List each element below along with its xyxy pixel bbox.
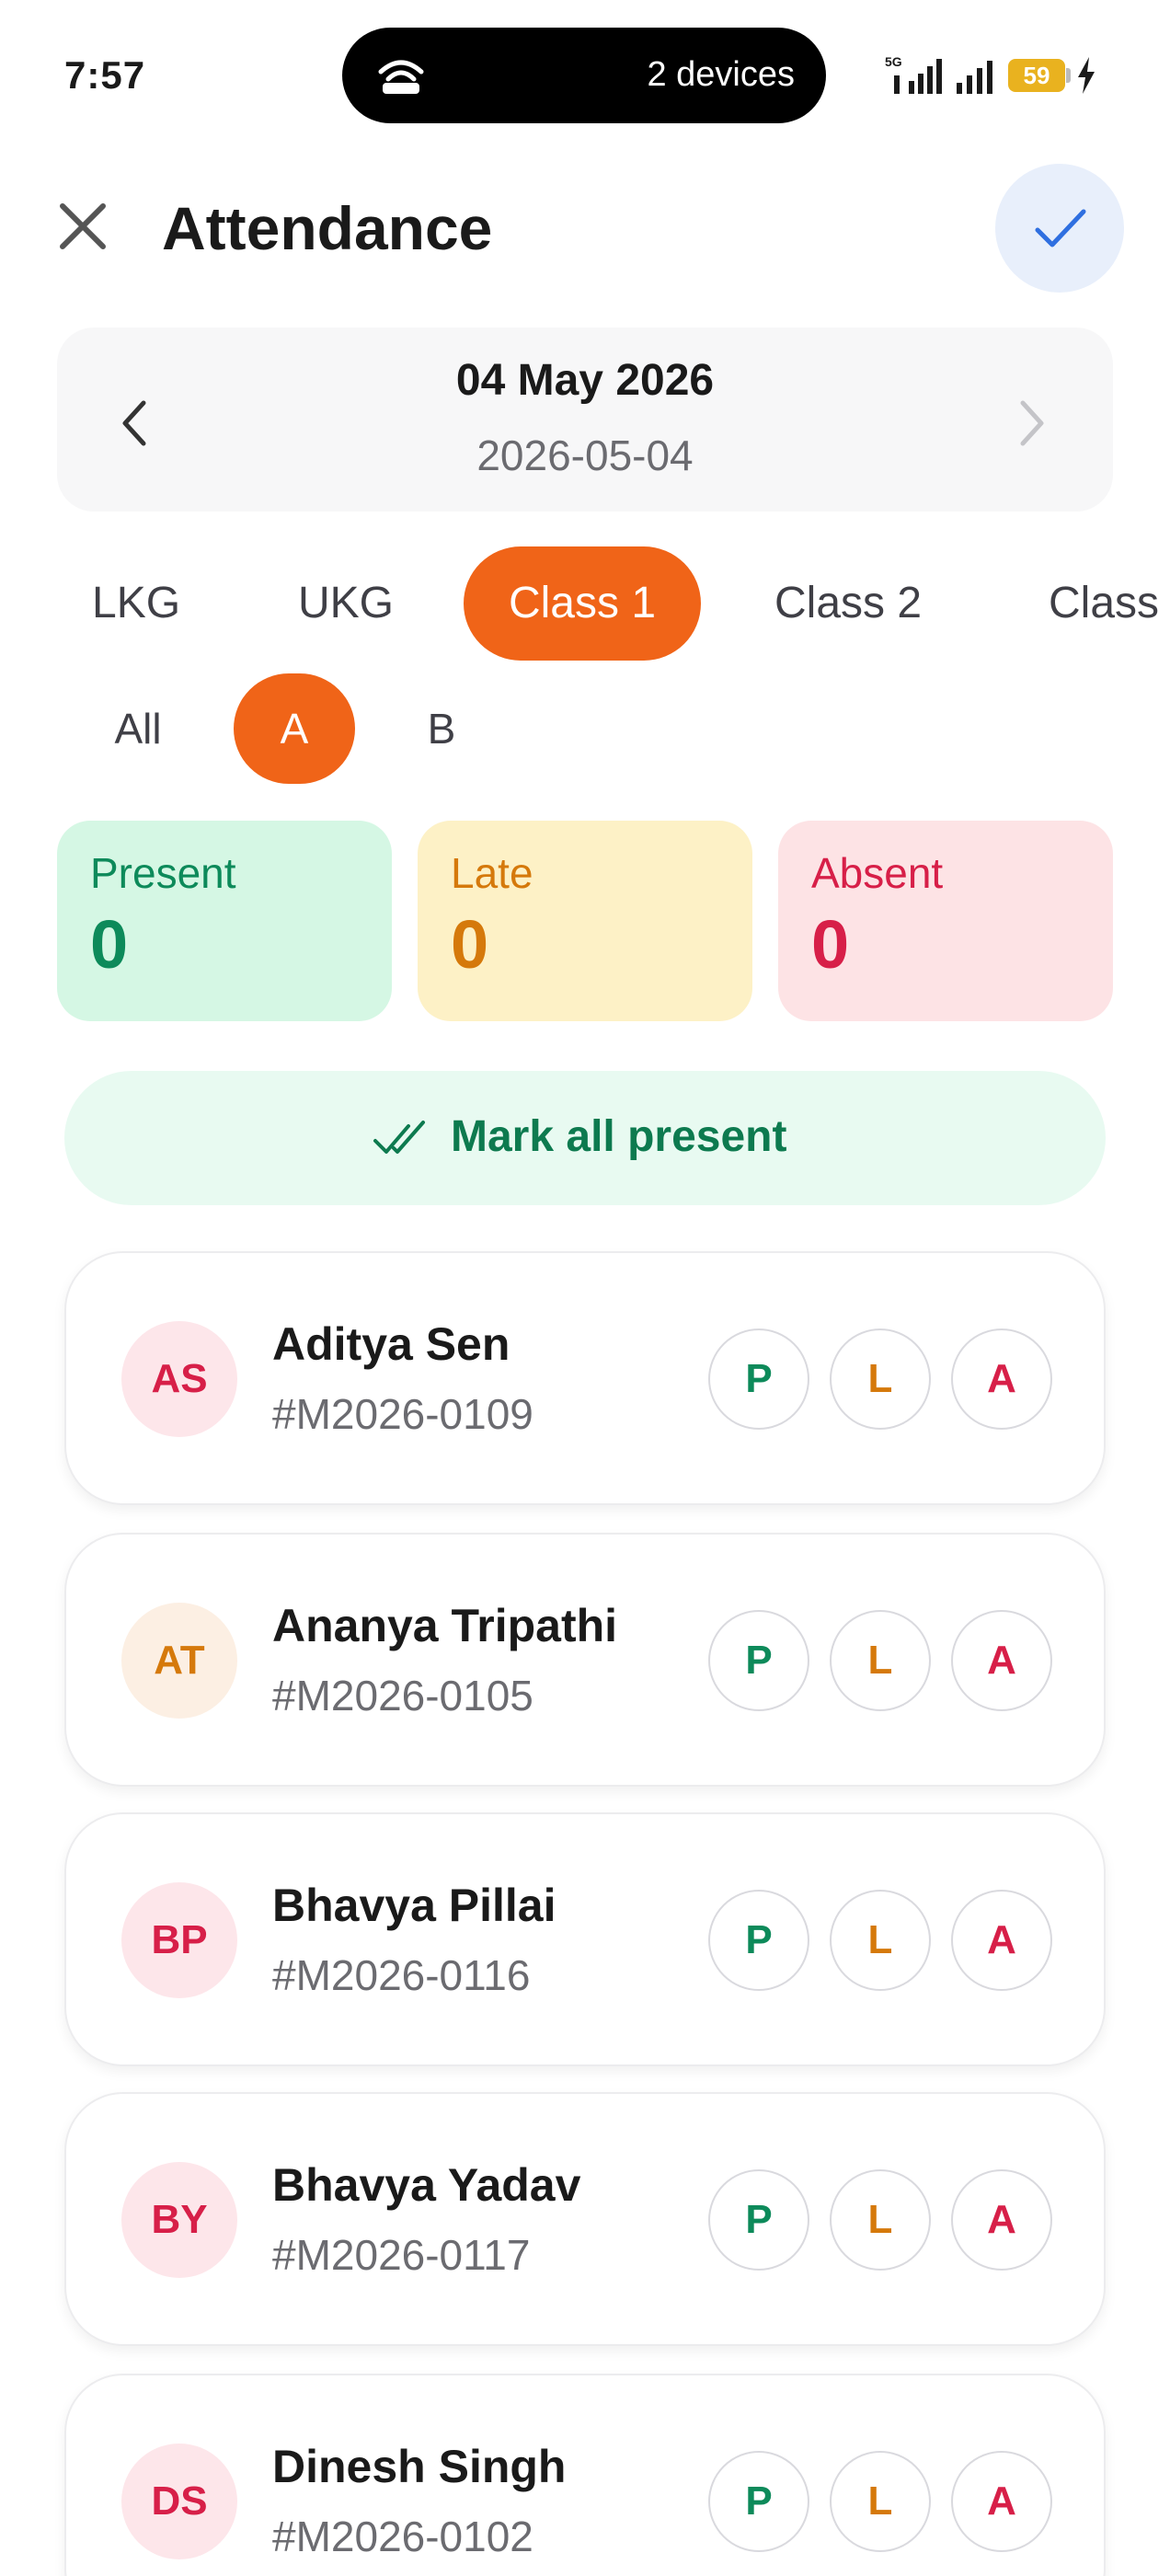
class-tab-ukg[interactable]: UKG	[298, 546, 394, 661]
close-button[interactable]	[48, 191, 118, 261]
check-icon	[1035, 209, 1086, 247]
date-display[interactable]: 04 May 2026	[0, 355, 1170, 406]
class-tab-class-3[interactable]: Class	[1049, 546, 1159, 661]
student-id: #M2026-0109	[272, 1390, 533, 1438]
status-icons: 5G 59	[881, 53, 1111, 99]
student-id: #M2026-0117	[272, 2231, 531, 2279]
mark-late-button[interactable]: L	[830, 2451, 931, 2552]
present-label: Present	[90, 849, 236, 897]
student-row: AT Ananya Tripathi #M2026-0105 P L A	[64, 1533, 1106, 1787]
date-iso: 2026-05-04	[476, 431, 694, 479]
student-id: #M2026-0116	[272, 1951, 531, 1999]
page-title: Attendance	[162, 194, 493, 262]
student-id: #M2026-0102	[272, 2513, 533, 2560]
student-row: AS Aditya Sen #M2026-0109 P L A	[64, 1251, 1106, 1505]
hotspot-pill[interactable]: 2 devices	[342, 28, 826, 123]
mark-absent-button[interactable]: A	[951, 2169, 1052, 2271]
mark-present-button[interactable]: P	[708, 2451, 809, 2552]
avatar: BY	[121, 2162, 237, 2278]
battery-icon: 59	[1008, 59, 1071, 92]
mark-absent-button[interactable]: A	[951, 1328, 1052, 1430]
mark-all-present-label: Mark all present	[451, 1112, 787, 1161]
status-bar: 7:57 2 devices 5G 59	[0, 0, 1170, 138]
attendance-screen: 7:57 2 devices 5G 59 Attendance 04 May 2…	[0, 0, 1170, 2576]
present-count: 0	[90, 906, 129, 983]
student-name: Bhavya Pillai	[272, 1880, 556, 1931]
mark-present-button[interactable]: P	[708, 1610, 809, 1711]
avatar: AT	[121, 1603, 237, 1719]
present-stat-card: Present 0	[57, 821, 392, 1021]
avatar: BP	[121, 1882, 237, 1998]
signal-icon	[957, 61, 992, 94]
student-id: #M2026-0105	[272, 1672, 533, 1719]
avatar: DS	[121, 2444, 237, 2559]
mark-present-button[interactable]: P	[708, 2169, 809, 2271]
mark-late-button[interactable]: L	[830, 1610, 931, 1711]
student-name: Bhavya Yadav	[272, 2159, 581, 2211]
status-time: 7:57	[64, 53, 146, 97]
absent-stat-card: Absent 0	[778, 821, 1113, 1021]
section-tab-all[interactable]: All	[88, 673, 188, 784]
mark-late-button[interactable]: L	[830, 1890, 931, 1991]
class-tab-class-2[interactable]: Class 2	[774, 546, 922, 661]
section-tab-b[interactable]: B	[405, 673, 478, 784]
absent-label: Absent	[811, 849, 944, 897]
double-check-icon	[373, 1121, 425, 1154]
student-name: Aditya Sen	[272, 1318, 510, 1370]
student-row: BP Bhavya Pillai #M2026-0116 P L A	[64, 1812, 1106, 2066]
section-tab-a[interactable]: A	[234, 673, 355, 784]
late-count: 0	[451, 906, 489, 983]
mark-absent-button[interactable]: A	[951, 2451, 1052, 2552]
mark-all-present-button[interactable]: Mark all present	[64, 1071, 1106, 1205]
absent-count: 0	[811, 906, 850, 983]
mark-absent-button[interactable]: A	[951, 1890, 1052, 1991]
charging-icon	[1078, 57, 1095, 94]
mark-absent-button[interactable]: A	[951, 1610, 1052, 1711]
mark-present-button[interactable]: P	[708, 1328, 809, 1430]
hotspot-icon	[378, 60, 424, 94]
mark-late-button[interactable]: L	[830, 1328, 931, 1430]
student-name: Ananya Tripathi	[272, 1600, 618, 1651]
late-label: Late	[451, 849, 533, 897]
class-tab-class-1[interactable]: Class 1	[464, 546, 701, 661]
mark-late-button[interactable]: L	[830, 2169, 931, 2271]
student-row: BY Bhavya Yadav #M2026-0117 P L A	[64, 2092, 1106, 2346]
class-tab-lkg[interactable]: LKG	[92, 546, 180, 661]
save-button[interactable]	[995, 164, 1124, 293]
avatar: AS	[121, 1321, 237, 1437]
close-icon	[60, 203, 106, 249]
network-type-label: 5G	[885, 54, 902, 69]
mark-present-button[interactable]: P	[708, 1890, 809, 1991]
student-name: Dinesh Singh	[272, 2441, 567, 2492]
hotspot-devices-label: 2 devices	[647, 55, 795, 94]
late-stat-card: Late 0	[418, 821, 752, 1021]
signal-5g-icon: 5G	[885, 54, 942, 94]
student-row: DS Dinesh Singh #M2026-0102 P L A	[64, 2374, 1106, 2576]
